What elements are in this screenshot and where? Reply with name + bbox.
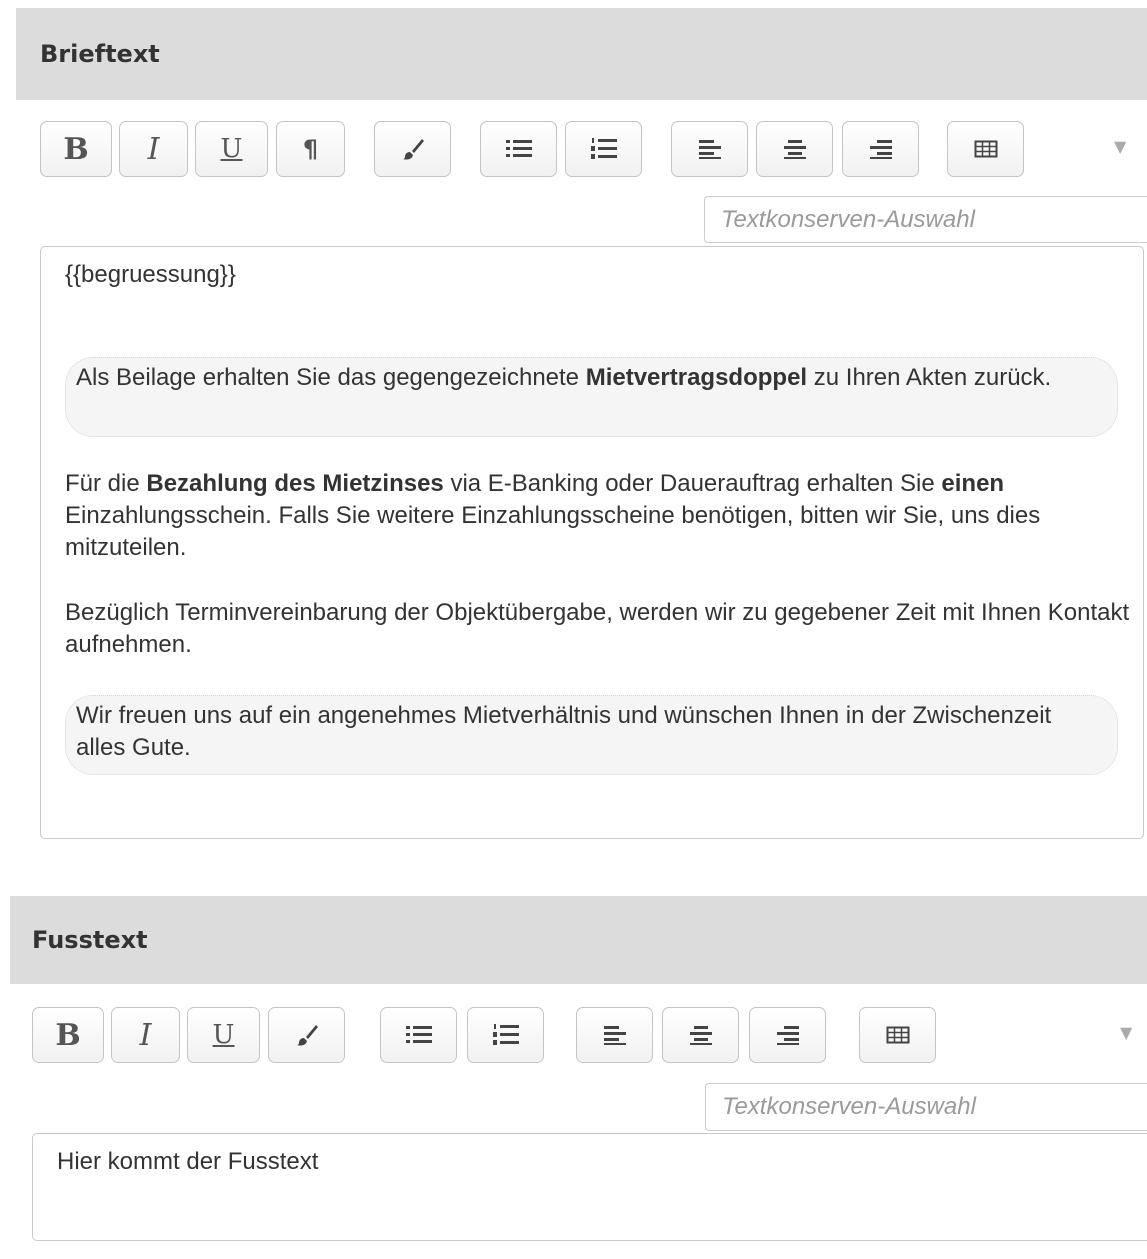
chevron-down-icon[interactable]: ▼	[1114, 137, 1126, 156]
align-left-icon	[603, 1026, 626, 1045]
text-snippet-block: Als Beilage erhalten Sie das gegengezeic…	[65, 357, 1118, 437]
fusstext-content: Hier kommt der Fusstext	[57, 1148, 319, 1175]
align-right-icon	[776, 1026, 799, 1045]
bold-button[interactable]: B	[32, 1007, 104, 1063]
brieftext-title: Brieftext	[40, 40, 160, 68]
align-right-icon	[869, 140, 892, 159]
text-snippet-block: Wir freuen uns auf ein angenehmes Mietve…	[65, 695, 1118, 775]
snippet-select-placeholder: Textkonserven-Auswahl	[722, 1093, 976, 1120]
brieftext-header: Brieftext	[16, 8, 1147, 100]
italic-icon: I	[147, 131, 160, 167]
bullet-list-button[interactable]	[480, 121, 557, 177]
underline-icon: U	[220, 134, 243, 164]
format-brush-button[interactable]	[374, 121, 451, 177]
format-brush-button[interactable]	[268, 1007, 345, 1063]
align-center-icon	[689, 1026, 712, 1045]
align-left-icon	[698, 140, 721, 159]
align-center-button[interactable]	[756, 121, 833, 177]
align-left-button[interactable]	[576, 1007, 653, 1063]
numbered-list-icon	[492, 1024, 519, 1045]
align-right-button[interactable]	[749, 1007, 826, 1063]
paragraph-appointment: Bezüglich Terminvereinbarung der Objektü…	[65, 599, 1130, 658]
snippet-select-fuss[interactable]: Textkonserven-Auswahl	[705, 1083, 1147, 1131]
bullet-list-button[interactable]	[380, 1007, 457, 1063]
chevron-down-icon[interactable]: ▼	[1120, 1023, 1132, 1042]
numbered-list-icon	[590, 138, 617, 159]
bold-icon: B	[55, 1017, 81, 1053]
underline-button[interactable]: U	[195, 121, 268, 177]
paragraph-icon: ¶	[302, 135, 319, 163]
numbered-list-button[interactable]	[467, 1007, 544, 1063]
brush-icon	[296, 1025, 318, 1046]
numbered-list-button[interactable]	[565, 121, 642, 177]
fusstext-header: Fusstext	[10, 896, 1147, 984]
bullet-list-icon	[505, 140, 532, 157]
paragraph-button[interactable]: ¶	[276, 121, 345, 177]
italic-button[interactable]: I	[111, 1007, 180, 1063]
bold-button[interactable]: B	[40, 121, 112, 177]
greeting-placeholder: {{begruessung}}	[65, 261, 236, 288]
snippet-select-placeholder: Textkonserven-Auswahl	[721, 205, 975, 233]
table-icon	[974, 140, 997, 158]
fusstext-editor[interactable]: Hier kommt der Fusstext	[32, 1133, 1147, 1241]
bullet-list-icon	[405, 1026, 432, 1043]
brush-icon	[402, 139, 424, 160]
insert-table-button[interactable]	[947, 121, 1024, 177]
brieftext-editor[interactable]: {{begruessung}} Als Beilage erhalten Sie…	[40, 246, 1144, 839]
underline-icon: U	[212, 1020, 235, 1050]
insert-table-button[interactable]	[859, 1007, 936, 1063]
bold-icon: B	[63, 131, 89, 167]
align-right-button[interactable]	[842, 121, 919, 177]
fusstext-title: Fusstext	[32, 926, 148, 954]
italic-icon: I	[139, 1017, 152, 1053]
underline-button[interactable]: U	[187, 1007, 260, 1063]
snippet-select-brief[interactable]: Textkonserven-Auswahl	[704, 196, 1147, 243]
table-icon	[886, 1026, 909, 1044]
align-center-button[interactable]	[662, 1007, 739, 1063]
align-left-button[interactable]	[671, 121, 748, 177]
align-center-icon	[783, 140, 806, 159]
paragraph-payment: Für die Bezahlung des Mietzinses via E-B…	[65, 470, 1041, 561]
italic-button[interactable]: I	[119, 121, 188, 177]
